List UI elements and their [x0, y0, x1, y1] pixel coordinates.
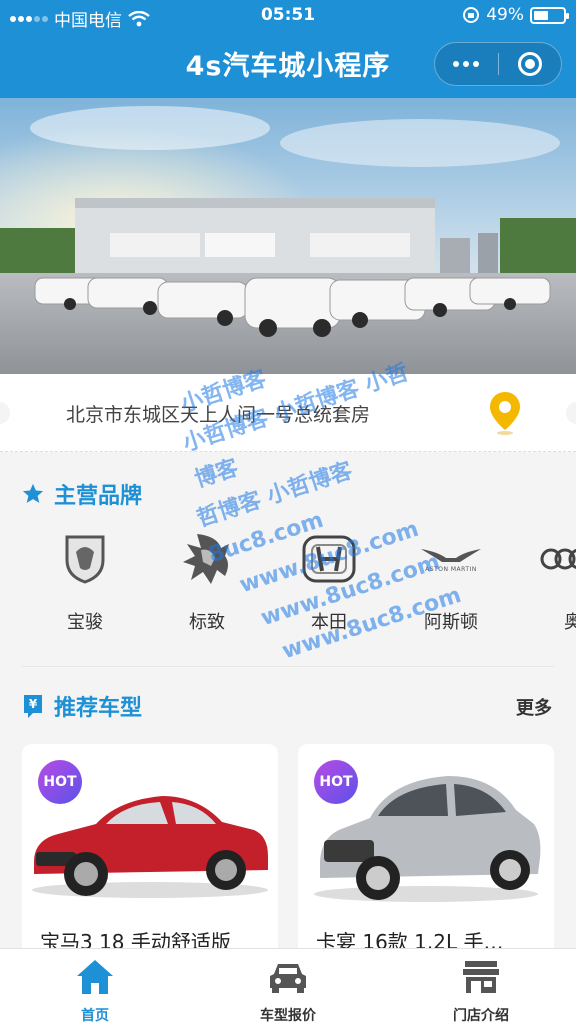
aston-martin-logo-icon: ASTON MARTIN — [396, 528, 506, 590]
home-icon — [20, 957, 170, 997]
brand-name: 本田 — [311, 612, 347, 633]
battery-percent: 49% — [486, 5, 524, 25]
store-icon — [406, 957, 556, 997]
target-icon — [517, 52, 542, 76]
brand-item-peugeot[interactable]: 标致 — [152, 528, 262, 634]
brands-section-title: 主营品牌 — [54, 484, 143, 509]
recommend-section-header: ¥ 推荐车型 — [22, 690, 142, 722]
tab-store-intro[interactable]: 门店介绍 — [406, 957, 556, 1024]
svg-text:¥: ¥ — [29, 697, 38, 711]
brand-item-baojun[interactable]: 宝骏 — [30, 528, 140, 634]
baojun-logo-icon — [30, 528, 140, 590]
section-divider — [22, 666, 554, 667]
top-bar: 中国电信 05:51 49% 4s汽车城小程序 — [0, 0, 576, 98]
tab-bar: 首页 车型报价 门店介绍 — [0, 948, 576, 1024]
orientation-lock-icon — [463, 7, 480, 23]
audi-logo-icon — [518, 528, 576, 590]
car-icon — [213, 957, 363, 997]
more-link[interactable]: 更多 — [516, 694, 552, 720]
recommend-section-title: 推荐车型 — [54, 696, 143, 721]
brand-item-audi[interactable]: 奥 — [518, 528, 576, 634]
yuan-badge-icon: ¥ — [24, 695, 42, 718]
aston-martin-wordmark: ASTON MARTIN — [425, 565, 477, 573]
brand-name: 阿斯顿 — [424, 612, 478, 633]
brand-name: 宝骏 — [67, 612, 103, 633]
brand-item-aston-martin[interactable]: ASTON MARTIN 阿斯顿 — [396, 528, 506, 634]
mini-program-capsule — [434, 42, 562, 86]
brand-name: 奥 — [564, 612, 576, 633]
tab-label: 车型报价 — [260, 1008, 316, 1024]
brand-item-honda[interactable]: 本田 — [274, 528, 384, 634]
brand-name: 标致 — [189, 612, 225, 633]
more-menu-button[interactable] — [435, 43, 498, 85]
brand-list: 宝骏 标致 本田 ASTON MARTIN 阿斯顿 奥 — [0, 528, 576, 640]
battery-icon — [530, 6, 569, 24]
hot-badge: HOT — [38, 760, 82, 804]
honda-logo-icon — [274, 528, 384, 590]
tab-car-prices[interactable]: 车型报价 — [213, 957, 363, 1024]
peugeot-logo-icon — [152, 528, 262, 590]
car-card[interactable]: HOT 宝马3 18 手动舒适版 — [22, 744, 278, 964]
tab-label: 门店介绍 — [453, 1008, 509, 1024]
hot-badge: HOT — [314, 760, 358, 804]
car-card[interactable]: HOT 卡宴 16款 1.2L 手… — [298, 744, 554, 964]
brands-section-header: 主营品牌 — [22, 478, 142, 510]
star-icon — [22, 483, 44, 503]
location-pin-icon[interactable] — [488, 390, 522, 436]
banner-image[interactable] — [0, 98, 576, 374]
store-address-card[interactable]: 北京市东城区天上人间一号总统套房 — [0, 374, 576, 452]
tab-home[interactable]: 首页 — [20, 957, 170, 1024]
store-address: 北京市东城区天上人间一号总统套房 — [66, 404, 371, 426]
status-bar: 中国电信 05:51 49% — [0, 0, 576, 32]
close-mini-program-button[interactable] — [499, 43, 562, 85]
more-dots-icon — [453, 61, 480, 67]
tab-label: 首页 — [81, 1008, 109, 1024]
